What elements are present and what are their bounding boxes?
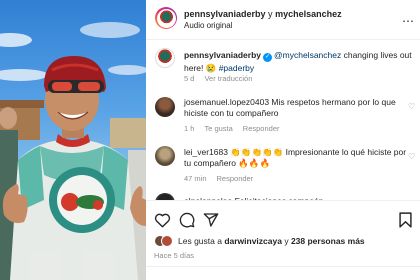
comment-meta: 47 min Responder xyxy=(184,174,263,183)
comment-item: josemanuel.lopez0403 Mis respetos herman… xyxy=(184,97,414,119)
post-authors: pennsylvaniaderby y mychelsanchez xyxy=(184,9,342,19)
reply-button[interactable]: Responder xyxy=(243,124,280,133)
caption-hashtag[interactable]: #paderby xyxy=(219,63,254,73)
liker-username[interactable]: darwinvizcaya xyxy=(224,236,282,246)
caption-username[interactable]: pennsylvaniaderby xyxy=(184,50,261,60)
comment-avatar[interactable] xyxy=(155,146,175,166)
comment-like-heart-icon[interactable]: ♡ xyxy=(408,102,415,111)
heart-icon[interactable] xyxy=(154,212,171,228)
comment-avatar[interactable] xyxy=(155,97,175,117)
post-sidebar: pennsylvaniaderby y mychelsanchez Audio … xyxy=(146,0,420,280)
comment-age: 1 h xyxy=(184,124,195,133)
post-header: pennsylvaniaderby y mychelsanchez Audio … xyxy=(146,0,420,40)
comment-username[interactable]: josemanuel.lopez0403 xyxy=(184,97,269,107)
comment-age: 47 min xyxy=(184,174,207,183)
ellipsis-icon[interactable]: ⋯ xyxy=(402,14,415,28)
likes-prefix: Les gusta a xyxy=(178,236,225,246)
comment-username[interactable]: lei_ver1683 xyxy=(184,147,228,157)
translate-link[interactable]: Ver traducción xyxy=(204,74,252,83)
caption-avatar[interactable] xyxy=(155,48,175,68)
add-comment-bar[interactable] xyxy=(146,266,420,280)
account-avatar[interactable] xyxy=(155,7,177,29)
account-username[interactable]: pennsylvaniaderby xyxy=(184,9,266,19)
likes-summary: Les gusta a darwinvizcaya y 238 personas… xyxy=(178,236,365,246)
post-photo[interactable] xyxy=(0,0,146,280)
reply-button[interactable]: Responder xyxy=(217,174,254,183)
comment-meta: 1 h Te gusta Responder xyxy=(184,124,290,133)
likes-others[interactable]: 238 personas más xyxy=(291,236,365,246)
bookmark-icon[interactable] xyxy=(399,212,412,228)
comment-like-heart-icon[interactable]: ♡ xyxy=(408,152,415,161)
liker-avatar[interactable] xyxy=(161,235,173,247)
caption-age: 5 d xyxy=(184,74,195,83)
jockey-photo-illustration xyxy=(0,22,146,280)
audio-label[interactable]: Audio original xyxy=(184,21,232,30)
caption: pennsylvaniaderby ✓ @mychelsanchez changin… xyxy=(184,49,414,74)
verified-badge-icon: ✓ xyxy=(263,53,273,62)
comment-item: lei_ver1683 👏👏👏👏👏 Impresionante lo qué h… xyxy=(184,147,414,169)
post-time: Hace 5 días xyxy=(154,251,195,260)
comment-likes[interactable]: Te gusta xyxy=(204,124,232,133)
likes-connector: y xyxy=(281,236,291,246)
instagram-post-view: pennsylvaniaderby y mychelsanchez Audio … xyxy=(0,0,420,280)
caption-meta: 5 d Ver traducción xyxy=(184,74,262,83)
coauthor-username[interactable]: mychelsanchez xyxy=(275,9,342,19)
share-icon[interactable] xyxy=(203,212,219,228)
caption-mention[interactable]: @mychelsanchez xyxy=(274,50,341,60)
authors-connector: y xyxy=(265,9,276,19)
comment-icon[interactable] xyxy=(179,212,195,228)
